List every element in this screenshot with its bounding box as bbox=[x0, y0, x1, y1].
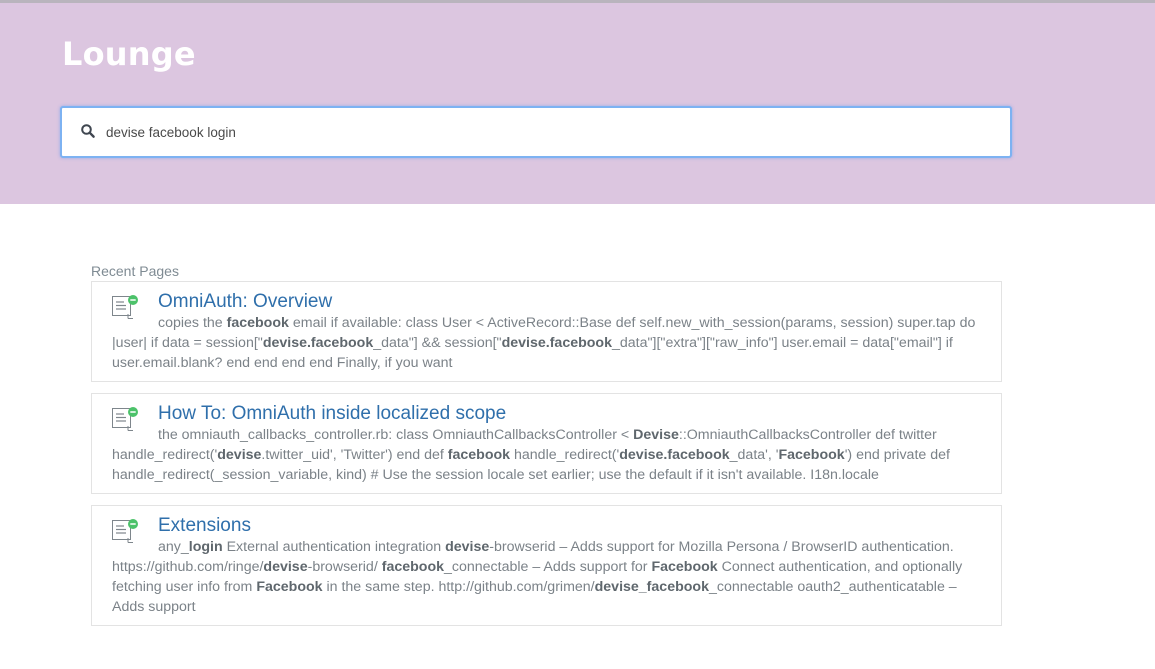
search-term-highlight: Facebook bbox=[256, 579, 323, 595]
search-term-highlight: Facebook bbox=[778, 447, 845, 463]
search-term-highlight: login bbox=[188, 539, 223, 555]
app-title: Lounge bbox=[62, 35, 196, 73]
result-title-link[interactable]: How To: OmniAuth inside localized scope bbox=[158, 403, 506, 425]
search-term-highlight: facebook bbox=[447, 447, 511, 463]
search-term-highlight: devise.facebook bbox=[501, 335, 612, 351]
search-term-highlight: devise bbox=[445, 539, 490, 555]
result-snippet: any_login External authentication integr… bbox=[112, 539, 963, 615]
result-snippet: copies the facebook email if available: … bbox=[112, 315, 976, 371]
result-title-link[interactable]: OmniAuth: Overview bbox=[158, 291, 332, 313]
result-card[interactable]: OmniAuth: Overview copies the facebook e… bbox=[91, 281, 1002, 382]
recent-pages-heading: Recent Pages bbox=[91, 263, 179, 279]
search-term-highlight: devise.facebook bbox=[619, 447, 730, 463]
result-title-link[interactable]: Extensions bbox=[158, 515, 251, 537]
search-term-highlight: facebook bbox=[226, 315, 289, 331]
search-term-highlight: devise_facebook bbox=[594, 579, 709, 595]
search-icon bbox=[81, 124, 95, 138]
search-term-highlight: devise.facebook bbox=[262, 335, 374, 351]
result-card[interactable]: How To: OmniAuth inside localized scope … bbox=[91, 393, 1002, 494]
search-term-highlight: devise bbox=[217, 447, 262, 463]
search-term-highlight: facebook bbox=[381, 559, 445, 575]
search-input[interactable] bbox=[106, 108, 996, 156]
search-term-highlight: Devise bbox=[633, 427, 679, 443]
header-banner: Lounge bbox=[0, 3, 1155, 204]
search-term-highlight: devise bbox=[263, 559, 308, 575]
search-bar[interactable] bbox=[60, 106, 1012, 158]
result-card[interactable]: Extensions any_login External authentica… bbox=[91, 505, 1002, 626]
search-term-highlight: Facebook bbox=[651, 559, 718, 575]
result-snippet: the omniauth_callbacks_controller.rb: cl… bbox=[112, 427, 950, 483]
